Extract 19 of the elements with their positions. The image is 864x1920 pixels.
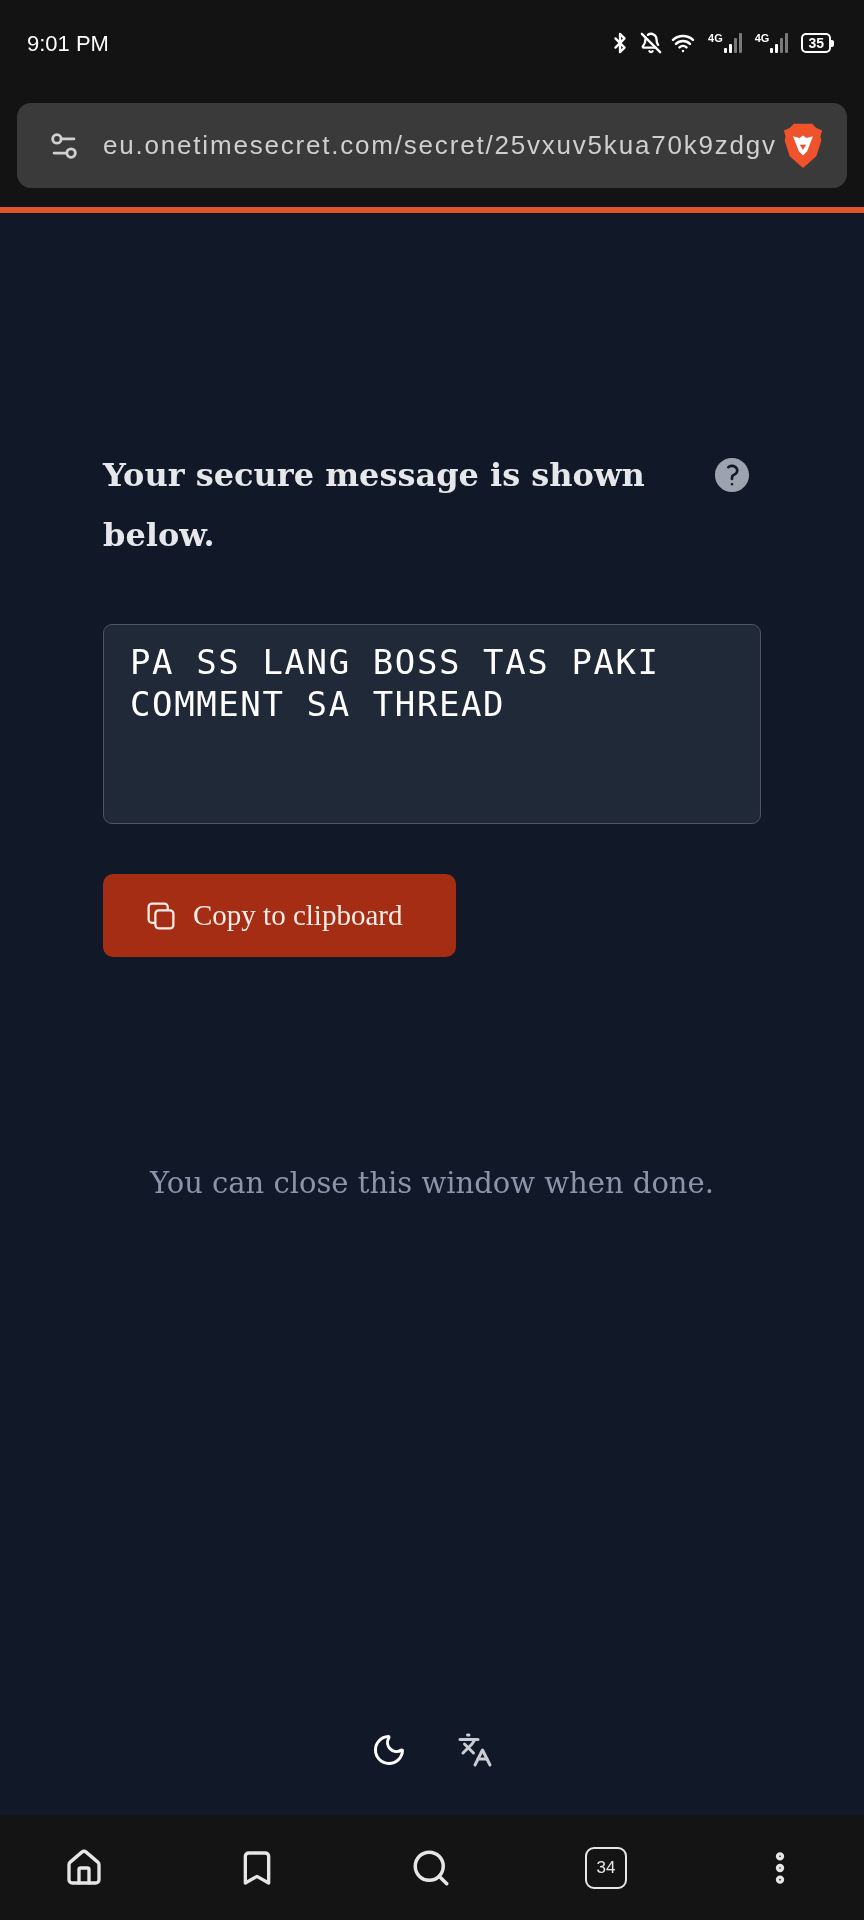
signal-bars-icon [770, 33, 789, 53]
battery-level: 35 [801, 33, 831, 53]
moon-icon[interactable] [371, 1732, 407, 1768]
network-type-label: 4G [754, 33, 770, 44]
network-type-label: 4G [708, 33, 723, 44]
status-time: 9:01 PM [27, 29, 109, 58]
copy-button[interactable]: Copy to clipboard [103, 874, 456, 957]
address-bar[interactable]: eu.onetimesecret.com/secret/25vxuv5kua70k9zdgv [17, 103, 847, 188]
url-text: eu.onetimesecret.com/secret/25vxuv5kua70k9zdgv [103, 129, 778, 162]
translate-icon[interactable] [457, 1732, 493, 1768]
battery-tip [831, 39, 834, 47]
page-heading: Your secure message is shown below. [103, 455, 646, 556]
home-icon[interactable] [64, 1847, 104, 1888]
message-field[interactable]: PA SS LANG BOSS TAS PAKI COMMENT SA THREAD [103, 624, 761, 824]
close-window-note: You can close this window when done. [148, 1165, 715, 1202]
shield-logo-icon[interactable] [783, 122, 823, 169]
tab-count-button[interactable]: 34 [585, 1846, 627, 1889]
bell-off-icon [640, 32, 663, 54]
signal-bars-icon [723, 33, 742, 53]
